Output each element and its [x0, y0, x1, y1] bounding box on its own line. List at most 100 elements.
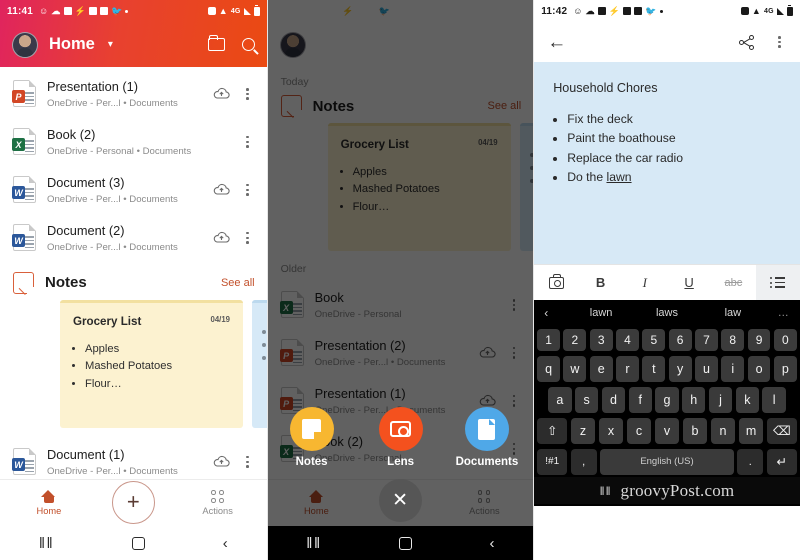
- folder-icon[interactable]: [207, 35, 225, 51]
- key-9[interactable]: 9: [747, 328, 771, 351]
- period-key[interactable]: .: [737, 448, 764, 475]
- key-6[interactable]: 6: [668, 328, 692, 351]
- key-j[interactable]: j: [708, 386, 733, 413]
- cloud-sync-icon[interactable]: [213, 231, 230, 244]
- home-square-icon[interactable]: [131, 536, 145, 550]
- suggestion-word[interactable]: lawn: [568, 307, 634, 319]
- key-7[interactable]: 7: [695, 328, 718, 351]
- note-card-grocery-list[interactable]: Grocery List 04/19 Apples Mashed Potatoe…: [60, 299, 243, 428]
- nav-item-home[interactable]: Home: [14, 490, 84, 516]
- key-z[interactable]: z: [570, 417, 596, 444]
- italic-button[interactable]: I: [623, 265, 667, 300]
- key-2[interactable]: 2: [563, 328, 587, 351]
- comma-key[interactable]: ,: [570, 448, 597, 475]
- cloud-sync-icon[interactable]: [213, 455, 230, 468]
- file-row[interactable]: P Presentation (1) OneDrive - Per...l • …: [0, 70, 267, 118]
- key-b[interactable]: b: [682, 417, 708, 444]
- create-fab-button[interactable]: +: [111, 480, 155, 524]
- key-5[interactable]: 5: [642, 328, 666, 351]
- key-n[interactable]: n: [710, 417, 736, 444]
- key-4[interactable]: 4: [616, 328, 639, 351]
- symbols-key[interactable]: !#1: [537, 448, 568, 475]
- enter-key[interactable]: ↵: [766, 448, 797, 475]
- share-icon[interactable]: [738, 34, 754, 50]
- fab-option-label: Documents: [455, 456, 519, 468]
- recents-icon[interactable]: ‖‖: [600, 484, 612, 498]
- file-name: Presentation (1): [47, 79, 139, 94]
- cloud-icon: ☁: [51, 5, 61, 16]
- key-q[interactable]: q: [537, 355, 560, 382]
- key-o[interactable]: o: [747, 355, 771, 382]
- overflow-menu-icon[interactable]: [241, 134, 255, 151]
- key-3[interactable]: 3: [589, 328, 613, 351]
- search-icon[interactable]: [241, 38, 255, 51]
- space-key[interactable]: English (US): [600, 448, 734, 475]
- key-r[interactable]: r: [616, 355, 639, 382]
- see-all-link[interactable]: See all: [221, 277, 255, 289]
- key-w[interactable]: w: [563, 355, 587, 382]
- file-row[interactable]: W Document (3) OneDrive - Per...l • Docu…: [0, 166, 267, 214]
- key-8[interactable]: 8: [721, 328, 745, 351]
- note-card-next-peek[interactable]: [252, 299, 267, 428]
- back-icon[interactable]: ‹: [223, 535, 228, 552]
- suggestion-word[interactable]: law: [700, 307, 766, 319]
- key-l[interactable]: l: [762, 386, 786, 413]
- key-1[interactable]: 1: [537, 328, 560, 351]
- key-e[interactable]: e: [589, 355, 613, 382]
- back-arrow-icon[interactable]: ←: [547, 33, 566, 52]
- key-p[interactable]: p: [773, 355, 797, 382]
- avatar[interactable]: [12, 31, 38, 58]
- overflow-menu-icon[interactable]: [241, 182, 255, 199]
- key-v[interactable]: v: [654, 417, 680, 444]
- key-d[interactable]: d: [601, 386, 626, 413]
- key-a[interactable]: a: [548, 386, 572, 413]
- key-f[interactable]: f: [628, 386, 652, 413]
- home-square-icon[interactable]: [399, 536, 413, 550]
- fab-option-lens[interactable]: Lens: [378, 407, 423, 468]
- strikethrough-button[interactable]: abc: [711, 265, 755, 300]
- key-g[interactable]: g: [655, 386, 679, 413]
- overflow-menu-icon[interactable]: [241, 454, 255, 471]
- overflow-menu-icon[interactable]: [773, 34, 787, 51]
- collapse-suggestions-icon[interactable]: ‹: [544, 306, 568, 320]
- close-fab-button[interactable]: ✕: [378, 479, 422, 522]
- more-suggestions-icon[interactable]: …: [766, 307, 790, 319]
- back-icon[interactable]: ‹: [489, 535, 494, 552]
- scrim-overlay[interactable]: [267, 0, 534, 560]
- key-k[interactable]: k: [735, 386, 759, 413]
- underline-button[interactable]: U: [667, 265, 711, 300]
- key-x[interactable]: x: [598, 417, 624, 444]
- file-row[interactable]: W Document (2) OneDrive - Per...l • Docu…: [0, 214, 267, 262]
- overflow-menu-icon[interactable]: [241, 86, 255, 103]
- key-y[interactable]: y: [668, 355, 692, 382]
- camera-icon[interactable]: [534, 265, 578, 300]
- key-h[interactable]: h: [682, 386, 706, 413]
- key-m[interactable]: m: [738, 417, 764, 444]
- file-name: Document (2): [47, 222, 125, 238]
- bold-button[interactable]: B: [578, 265, 622, 300]
- recents-icon[interactable]: ‖‖: [306, 535, 321, 552]
- cloud-sync-icon[interactable]: [213, 87, 230, 100]
- file-meta: Document (2) OneDrive - Per...l • Docume…: [47, 223, 202, 253]
- note-editor-body[interactable]: Household Chores Fix the deck Paint the …: [534, 62, 800, 264]
- key-i[interactable]: i: [721, 355, 745, 382]
- suggestion-word[interactable]: laws: [634, 307, 700, 319]
- bulleted-list-icon[interactable]: [755, 265, 800, 300]
- recents-icon[interactable]: ‖‖: [39, 535, 54, 552]
- cloud-sync-icon[interactable]: [213, 183, 230, 196]
- nav-item-actions[interactable]: Actions: [183, 490, 253, 516]
- chevron-down-icon[interactable]: ▾: [108, 39, 113, 50]
- key-0[interactable]: 0: [773, 328, 797, 351]
- overflow-menu-icon[interactable]: [241, 230, 255, 247]
- key-t[interactable]: t: [642, 355, 666, 382]
- fab-option-notes[interactable]: Notes: [289, 407, 334, 468]
- fab-option-documents[interactable]: Documents: [455, 407, 519, 468]
- file-row[interactable]: X Book (2) OneDrive - Personal • Documen…: [0, 118, 267, 166]
- key-s[interactable]: s: [575, 386, 599, 413]
- notes-carousel[interactable]: Grocery List 04/19 Apples Mashed Potatoe…: [0, 299, 267, 428]
- key-c[interactable]: c: [626, 417, 652, 444]
- shift-key[interactable]: ⇧: [537, 417, 568, 444]
- key-u[interactable]: u: [695, 355, 718, 382]
- backspace-key[interactable]: ⌫: [766, 417, 797, 444]
- three-panel-screenshot: 11:41 ☺ ☁ ⚡ 🐦 ▲ 4G Home ▾ P Presentation…: [0, 0, 800, 560]
